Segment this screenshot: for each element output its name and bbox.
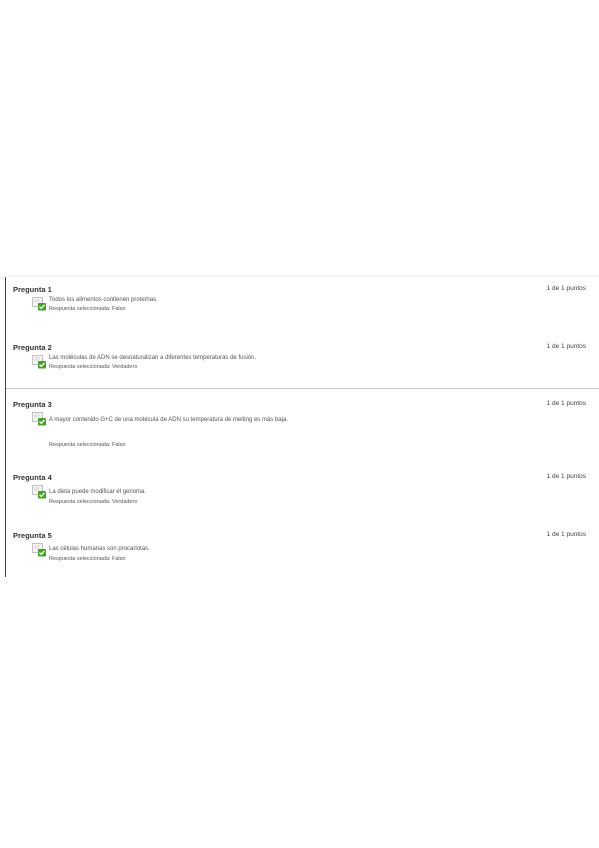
section-divider (6, 388, 599, 389)
answer-value: Verdadero (112, 499, 138, 505)
question-points: 1 de 1 puntos (546, 473, 586, 480)
question-points: 1 de 1 puntos (546, 400, 586, 407)
selected-answer: Respuesta seleccionada: Verdadero (49, 364, 137, 370)
quiz-results-panel (5, 277, 599, 577)
answer-value: Falso (112, 306, 126, 312)
answer-label: Respuesta seleccionada: (49, 364, 111, 370)
answer-label: Respuesta seleccionada: (49, 556, 111, 562)
question-text: Las moléculas de ADN se desnaturalizan a… (49, 355, 257, 361)
answer-value: Falso (112, 556, 126, 562)
selected-answer: Respuesta seleccionada: Falso (49, 306, 125, 312)
question-points: 1 de 1 puntos (546, 531, 586, 538)
selected-answer: Respuesta seleccionada: Verdadero (49, 499, 137, 505)
question-points: 1 de 1 puntos (546, 343, 586, 350)
correct-answer-icon (32, 297, 46, 311)
answer-label: Respuesta seleccionada: (49, 499, 111, 505)
selected-answer: Respuesta seleccionada: Falso (49, 442, 125, 448)
question-title: Pregunta 3 (13, 400, 52, 409)
correct-answer-icon (32, 485, 46, 499)
question-text: La dieta puede modificar el genoma. (49, 489, 147, 495)
selected-answer: Respuesta seleccionada: Falso (49, 556, 125, 562)
question-text: A mayor contenido G+C de una molécula de… (49, 417, 288, 423)
correct-answer-icon (32, 543, 46, 557)
question-text: Todos los alimentos contienen proteínas. (49, 297, 158, 303)
question-points: 1 de 1 puntos (546, 285, 586, 292)
correct-answer-icon (32, 355, 46, 369)
question-title: Pregunta 4 (13, 473, 52, 482)
question-title: Pregunta 2 (13, 343, 52, 352)
answer-value: Verdadero (112, 364, 138, 370)
answer-value: Falso (112, 442, 126, 448)
question-title: Pregunta 1 (13, 285, 52, 294)
correct-answer-icon (32, 412, 46, 426)
question-text: Las células humanas son procariotas. (49, 546, 150, 552)
answer-label: Respuesta seleccionada: (49, 306, 111, 312)
question-title: Pregunta 5 (13, 531, 52, 540)
answer-label: Respuesta seleccionada: (49, 442, 111, 448)
